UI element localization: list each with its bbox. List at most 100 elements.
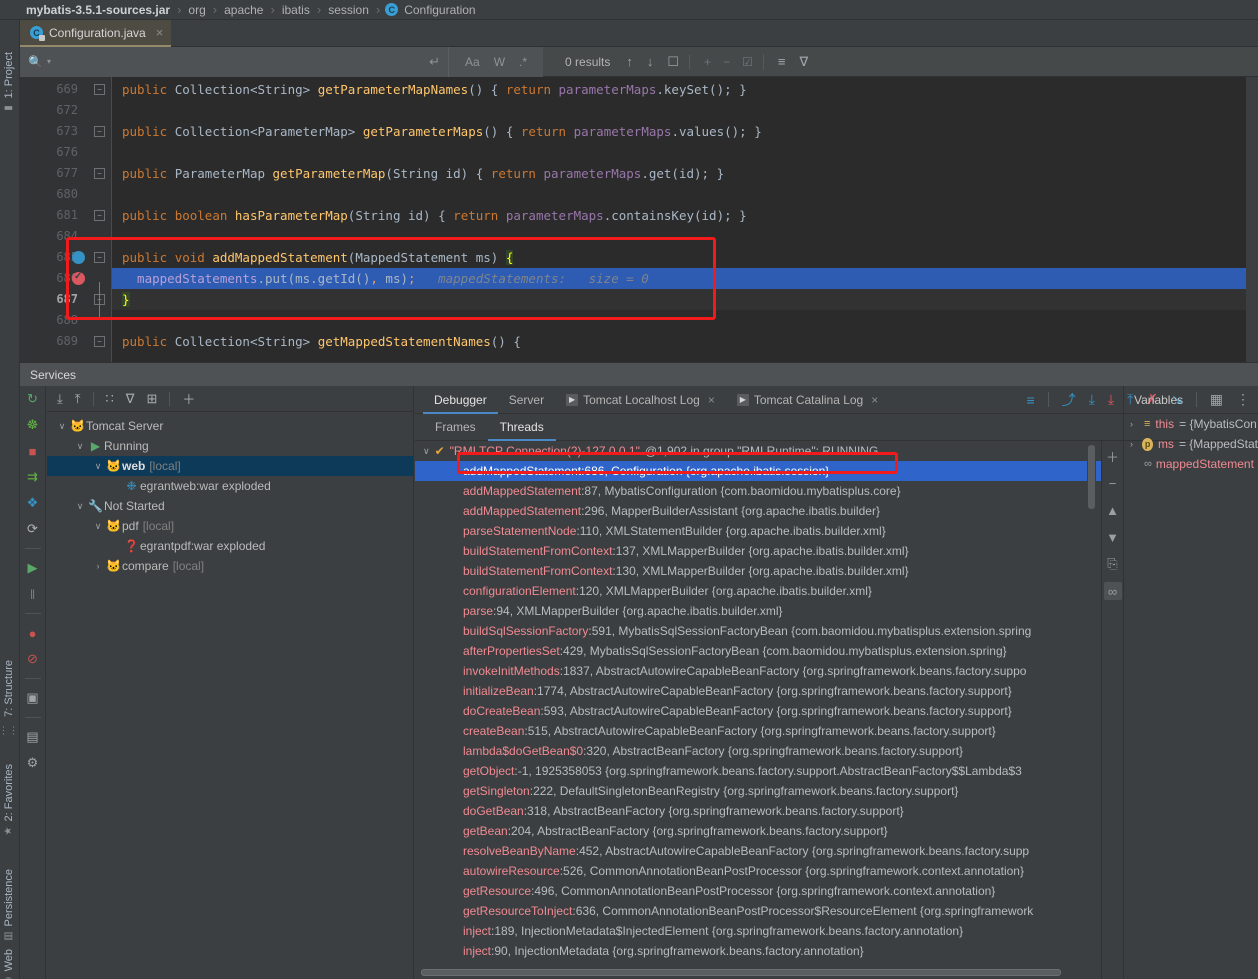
tool-window-structure[interactable]: ⋮⋮ 7: Structure	[0, 656, 19, 745]
remove-watch-icon[interactable]: −	[1104, 474, 1122, 492]
layout-icon[interactable]: ▤	[24, 728, 42, 746]
breadcrumb-item-apache[interactable]: apache	[222, 3, 265, 17]
rerun-icon[interactable]: ↻	[24, 390, 42, 408]
code-line[interactable]: mappedStatements.put(ms.getId(), ms); ma…	[122, 268, 649, 289]
collapse-all-icon[interactable]: ⤒	[75, 391, 81, 407]
tool-window-web[interactable]: ◉ Web	[0, 945, 19, 979]
expand-all-icon[interactable]: ⤓	[57, 391, 63, 407]
line-number[interactable]: 676	[20, 142, 78, 163]
tree-node[interactable]: ∨🐱web[local]	[47, 456, 413, 476]
line-number[interactable]: 673	[20, 121, 78, 142]
match-case-toggle[interactable]: Aa	[465, 55, 480, 69]
group-by-icon[interactable]: ∷	[106, 391, 114, 407]
tool-window-favorites[interactable]: ★ 2: Favorites	[0, 760, 19, 840]
debugger-tab-debugger[interactable]: Debugger	[423, 386, 498, 414]
variable-row[interactable]: ›pms = {MappedStat	[1124, 434, 1258, 454]
view-breakpoints-icon[interactable]: ●	[24, 624, 42, 642]
add-tab-icon[interactable]: ⊞	[146, 391, 157, 407]
close-icon[interactable]: ×	[708, 393, 715, 407]
filter-icon[interactable]: ∇	[126, 391, 135, 407]
stack-frame-row[interactable]: addMappedStatement:686, Configuration {o…	[415, 461, 1101, 481]
chevron-down-icon[interactable]: ∨	[73, 441, 87, 452]
restart-icon[interactable]: ⟳	[24, 520, 42, 538]
remove-occurrence-icon[interactable]: −	[723, 55, 730, 69]
stack-frame-row[interactable]: getResource:496, CommonAnnotationBeanPos…	[415, 881, 1101, 901]
stack-frame-row[interactable]: buildStatementFromContext:130, XMLMapper…	[415, 561, 1101, 581]
stack-frame-row[interactable]: doCreateBean:593, AbstractAutowireCapabl…	[415, 701, 1101, 721]
stack-frame-row[interactable]: getSingleton:222, DefaultSingletonBeanRe…	[415, 781, 1101, 801]
find-next-icon[interactable]: ↓	[647, 54, 654, 69]
update-app-icon[interactable]: ❖	[24, 494, 42, 512]
copy-value-icon[interactable]: ⎘	[1104, 555, 1122, 573]
stack-frame-row[interactable]: lambda$doGetBean$0:320, AbstractBeanFact…	[415, 741, 1101, 761]
screenshot-icon[interactable]: ▣	[24, 689, 42, 707]
tree-node[interactable]: ›🐱compare[local]	[47, 556, 413, 576]
code-line[interactable]: }	[122, 289, 130, 310]
thread-row[interactable]: ∨ ✔ "RMI TCP Connection(2)-127.0.0.1" @1…	[415, 441, 1101, 461]
stack-frame-row[interactable]: getResourceToInject:636, CommonAnnotatio…	[415, 901, 1101, 921]
stack-frame-row[interactable]: afterPropertiesSet:429, MybatisSqlSessio…	[415, 641, 1101, 661]
stack-frame-row[interactable]: inject:189, InjectionMetadata$InjectedEl…	[415, 921, 1101, 941]
stack-frame-row[interactable]: resolveBeanByName:452, AbstractAutowireC…	[415, 841, 1101, 861]
chevron-right-icon[interactable]: ›	[1130, 439, 1137, 449]
debugger-tab-tomcat-catalina-log[interactable]: ▶Tomcat Catalina Log×	[726, 386, 889, 414]
force-step-into-icon[interactable]: ⤓	[1108, 391, 1114, 408]
editor-tab-configuration-java[interactable]: C Configuration.java ×	[20, 20, 171, 47]
code-lines[interactable]: public Collection<String> getParameterMa…	[112, 77, 1258, 362]
breakpoint-icon[interactable]	[72, 272, 85, 285]
code-line[interactable]: public Collection<ParameterMap> getParam…	[122, 121, 762, 142]
tool-window-project[interactable]: ▮ 1: Project	[0, 48, 19, 117]
stack-frame-row[interactable]: parse:94, XMLMapperBuilder {org.apache.i…	[415, 601, 1101, 621]
frames-vertical-scrollbar[interactable]	[1087, 441, 1096, 961]
step-over-icon[interactable]: ⤴	[1062, 390, 1076, 410]
code-line[interactable]: public Collection<String> getMappedState…	[122, 331, 521, 352]
fold-toggle-icon[interactable]: −	[94, 168, 105, 179]
subtab-frames[interactable]: Frames	[423, 414, 488, 441]
services-tree[interactable]: ∨🐱Tomcat Server∨▶Running∨🐱web[local]❉egr…	[47, 412, 413, 576]
stop-icon[interactable]: ■	[24, 442, 42, 460]
chevron-right-icon[interactable]: ›	[91, 561, 105, 571]
code-editor[interactable]: public Collection<String> getParameterMa…	[20, 77, 1258, 362]
tree-node[interactable]: ∨🔧Not Started	[47, 496, 413, 516]
stack-frame-row[interactable]: addMappedStatement:87, MybatisConfigurat…	[415, 481, 1101, 501]
chevron-right-icon[interactable]: ›	[1130, 419, 1139, 429]
debugger-tab-tomcat-localhost-log[interactable]: ▶Tomcat Localhost Log×	[555, 386, 726, 414]
chevron-down-icon[interactable]: ∨	[73, 501, 87, 512]
tree-node[interactable]: ❉egrantweb:war exploded	[47, 476, 413, 496]
filter-lines-icon[interactable]: ≡	[778, 54, 786, 69]
stack-frame-row[interactable]: invokeInitMethods:1837, AbstractAutowire…	[415, 661, 1101, 681]
chevron-down-icon[interactable]: ▾	[47, 57, 51, 66]
search-field[interactable]: 🔍 ▾ ↵	[20, 47, 448, 77]
settings-gear-icon[interactable]: ⚙	[24, 754, 42, 772]
line-number[interactable]: 686	[20, 268, 78, 289]
stack-frame-row[interactable]: getObject:-1, 1925358053 {org.springfram…	[415, 761, 1101, 781]
inspect-icon[interactable]: ∞	[1104, 582, 1122, 600]
code-line[interactable]: public void addMappedStatement(MappedSta…	[122, 247, 513, 268]
run-to-cursor-gutter-icon[interactable]	[72, 251, 85, 264]
stack-frame-row[interactable]: createBean:515, AbstractAutowireCapableB…	[415, 721, 1101, 741]
regex-toggle[interactable]: .*	[519, 55, 527, 69]
stack-frame-row[interactable]: initializeBean:1774, AbstractAutowireCap…	[415, 681, 1101, 701]
debugger-tab-server[interactable]: Server	[498, 386, 555, 414]
line-number[interactable]: 688	[20, 310, 78, 331]
variables-list[interactable]: ›≡this = {MybatisCon›pms = {MappedStat∞m…	[1124, 414, 1258, 474]
frames-list[interactable]: addMappedStatement:686, Configuration {o…	[415, 461, 1101, 961]
filter-icon[interactable]: ∇	[799, 54, 808, 70]
variable-row[interactable]: ∞mappedStatement	[1124, 454, 1258, 474]
select-all-icon[interactable]: ☐	[667, 54, 679, 70]
tool-window-persistence[interactable]: ▥ Persistence	[0, 865, 19, 945]
code-line[interactable]: public Collection<String> getParameterMa…	[122, 79, 747, 100]
line-number[interactable]: 689	[20, 331, 78, 352]
tree-node[interactable]: ∨🐱pdf[local]	[47, 516, 413, 536]
line-number[interactable]: 684	[20, 226, 78, 247]
words-toggle[interactable]: W	[494, 55, 505, 69]
resume-program-icon[interactable]: ▶	[24, 559, 42, 577]
stack-frame-row[interactable]: parseStatementNode:110, XMLStatementBuil…	[415, 521, 1101, 541]
code-line[interactable]: public boolean hasParameterMap(String id…	[122, 205, 747, 226]
add-service-icon[interactable]: ＋	[182, 389, 195, 408]
scrollbar-thumb[interactable]	[421, 969, 1061, 976]
frames-horizontal-scrollbar[interactable]	[421, 968, 1086, 977]
step-into-icon[interactable]: ⤓	[1089, 391, 1095, 408]
fold-toggle-icon[interactable]: −	[94, 84, 105, 95]
line-number[interactable]: 672	[20, 100, 78, 121]
